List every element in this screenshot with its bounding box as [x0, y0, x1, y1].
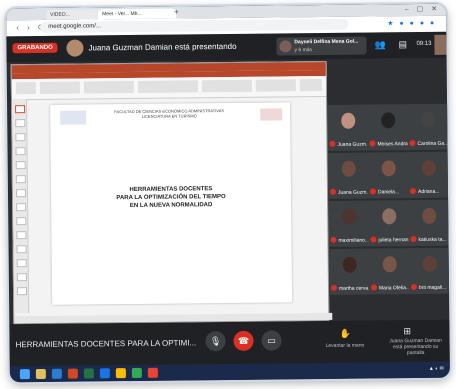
mic-off-icon: [409, 140, 416, 147]
presenter-avatar: [66, 39, 84, 57]
recording-badge: GRABANDO: [12, 42, 58, 54]
mic-off-icon: [410, 284, 418, 291]
mic-off-icon: [329, 188, 337, 195]
participant-tile[interactable]: Carolina Ga...: [407, 103, 450, 151]
participant-tile[interactable]: Daniela...: [367, 152, 411, 199]
people-icon[interactable]: 👥: [374, 39, 385, 50]
slide-thumbnails: [12, 99, 30, 314]
participant-tile[interactable]: Maria Ofelia...: [368, 248, 412, 295]
chat-icon[interactable]: ▤: [398, 39, 407, 50]
faculty-header: FACULTAD DE CIENCIAS ECONOMICO ADMINISTR…: [114, 108, 225, 119]
chrome-icon[interactable]: [115, 368, 126, 379]
mic-off-icon: [370, 236, 377, 243]
excel-icon[interactable]: [83, 368, 94, 379]
meet-icon[interactable]: [131, 367, 142, 379]
end-call-button[interactable]: ☎: [233, 330, 254, 351]
notification-subtext: y 6 más: [294, 47, 313, 54]
mic-off-icon: [369, 188, 377, 195]
notification-name: Dayneli Delfina Mena Gol...: [294, 38, 359, 46]
presenter-label: Juana Guzman Damian está presentando: [88, 41, 237, 53]
mic-off-icon: [330, 236, 337, 243]
slide-canvas: FACULTAD DE CIENCIAS ECONOMICO ADMINISTR…: [50, 102, 293, 305]
meeting-title: HERRAMIENTAS DOCENTES PARA LA OPTIMI...: [15, 338, 197, 350]
join-notification[interactable]: Dayneli Delfina Mena Gol... y 6 más: [276, 36, 367, 56]
participant-tile[interactable]: brit magali...: [408, 247, 450, 295]
mic-off-icon: [369, 140, 376, 147]
participant-tile[interactable]: martha cerva...: [328, 248, 372, 295]
raise-hand-label: Levantar la mano: [325, 342, 365, 349]
app-icon[interactable]: [147, 367, 158, 378]
new-tab-button[interactable]: +: [174, 8, 179, 17]
window-controls[interactable]: – ▢ ✕: [405, 5, 440, 13]
camera-button[interactable]: ▭: [261, 330, 282, 351]
extension-icons[interactable]: ★ ● ● ● ●: [387, 19, 436, 28]
participant-tile[interactable]: julieta hernan...: [368, 200, 413, 247]
self-view-thumbnail: [434, 34, 447, 55]
faculty-logo: [260, 108, 283, 121]
browser-tab[interactable]: VIDEO...: [46, 9, 103, 20]
url-field[interactable]: meet.google.com/...: [40, 18, 349, 33]
notification-avatar: [279, 40, 292, 53]
slide-footer-text: [72, 285, 272, 287]
participant-tile[interactable]: Moises Andra...: [367, 104, 412, 151]
slide-title: HERRAMIENTAS DOCENTES PARA LA OPTIMIZACI…: [116, 186, 226, 210]
system-tray[interactable]: ▲ ◐ ✉: [429, 366, 444, 372]
participant-tile[interactable]: katiuska ta...: [408, 199, 450, 247]
present-icon[interactable]: ⊞: [403, 326, 411, 337]
mic-off-icon: [370, 284, 378, 291]
screen-frame: VIDEO... Meet - Ver... Mb... + – ▢ ✕ ‹ ›…: [6, 3, 450, 383]
meet-top-bar: GRABANDO Juana Guzman Damian está presen…: [6, 31, 447, 63]
mic-button[interactable]: 🎙: [205, 331, 226, 352]
participant-tile[interactable]: Juana Guzm...: [327, 104, 370, 151]
university-logo: [60, 110, 87, 125]
clock-time: 09:13: [416, 40, 432, 48]
participant-tile[interactable]: Adriana...: [407, 151, 450, 199]
windows-start-icon[interactable]: [19, 369, 30, 380]
edge-icon[interactable]: [99, 368, 110, 379]
word-icon[interactable]: [51, 368, 62, 379]
participant-tile[interactable]: Juana Guzm...: [327, 152, 371, 199]
participant-grid: Juana Guzm... Moises Andra... Carolina G…: [327, 103, 450, 295]
presenting-label: Juana Guzman Damian está presentando su …: [389, 337, 442, 357]
windows-taskbar: ▲ ◐ ✉: [9, 361, 450, 383]
mic-off-icon: [409, 188, 417, 195]
raise-hand-icon[interactable]: ✋: [339, 329, 350, 340]
mic-off-icon: [330, 284, 338, 291]
file-explorer-icon[interactable]: [35, 368, 46, 380]
participant-tile[interactable]: maximiliano...: [328, 200, 371, 247]
mic-off-icon: [329, 140, 336, 147]
mic-off-icon: [410, 236, 417, 243]
meet-bottom-bar: HERRAMIENTAS DOCENTES PARA LA OPTIMI... …: [9, 319, 450, 367]
presented-screen: FACULTAD DE CIENCIAS ECONOMICO ADMINISTR…: [10, 60, 333, 325]
ppt-ribbon: [11, 75, 326, 101]
powerpoint-icon[interactable]: [67, 368, 78, 379]
